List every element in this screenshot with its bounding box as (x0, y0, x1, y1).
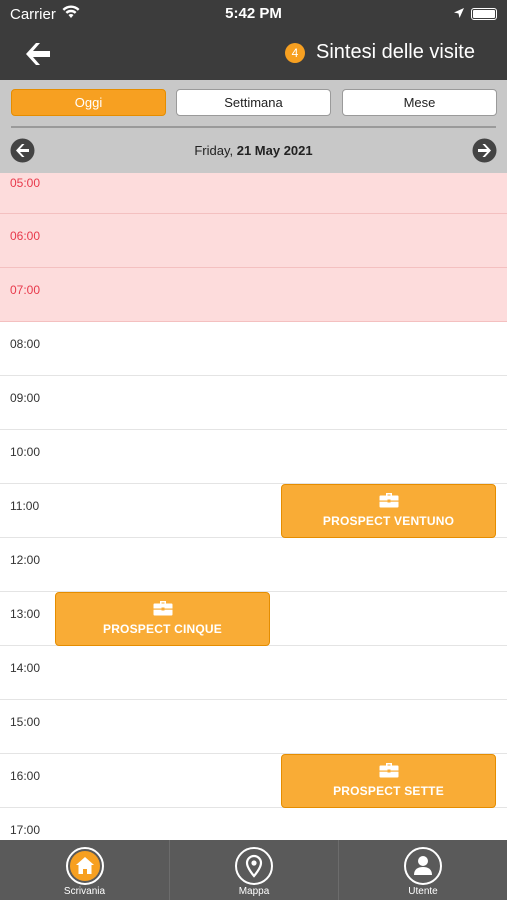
hour-row[interactable]: 08:00 (0, 322, 507, 376)
home-icon (65, 847, 104, 885)
tab-oggi[interactable]: Oggi (11, 89, 166, 116)
hour-label: 13:00 (10, 607, 41, 621)
hour-label: 08:00 (10, 337, 41, 351)
tab-settimana[interactable]: Settimana (176, 89, 331, 116)
briefcase-icon (379, 762, 399, 778)
tab-label: Mappa (238, 886, 270, 897)
page-title: Sintesi delle visite (316, 41, 475, 63)
current-date-value: 21 May 2021 (236, 143, 313, 158)
hour-label: 10:00 (10, 445, 41, 459)
divider (11, 126, 496, 128)
event-block[interactable]: PROSPECT VENTUNO (281, 484, 496, 538)
event-label: PROSPECT VENTUNO (322, 514, 455, 528)
hour-label: 07:00 (10, 283, 41, 297)
briefcase-icon (153, 600, 173, 616)
tab-mese[interactable]: Mese (342, 89, 497, 116)
user-icon (404, 847, 442, 885)
hour-row[interactable]: 14:00 (0, 646, 507, 700)
event-block[interactable]: PROSPECT SETTE (281, 754, 496, 808)
hour-row[interactable]: 12:00 (0, 538, 507, 592)
hour-row[interactable]: 09:00 (0, 376, 507, 430)
hour-label: 14:00 (10, 661, 41, 675)
battery-icon (471, 8, 497, 20)
hour-label: 15:00 (10, 715, 41, 729)
tab-mappa[interactable]: Mappa (169, 840, 338, 900)
current-date: Friday, 21 May 2021 (0, 143, 507, 158)
briefcase-icon (379, 492, 399, 508)
tab-scrivania[interactable]: Scrivania (0, 840, 169, 900)
hour-label: 11:00 (10, 499, 40, 513)
hour-label: 17:00 (10, 823, 41, 837)
hour-row[interactable]: 10:00 (0, 430, 507, 484)
current-weekday: Friday, (194, 143, 234, 158)
status-bar: Carrier 5:42 PM (0, 0, 507, 28)
tab-label: Utente (408, 886, 438, 897)
hour-label: 06:00 (10, 229, 41, 243)
hour-row[interactable]: 05:00 (0, 173, 507, 214)
location-arrow-icon (453, 6, 465, 23)
event-label: PROSPECT SETTE (333, 784, 444, 798)
hour-label: 05:00 (10, 176, 41, 190)
hour-label: 16:00 (10, 769, 41, 783)
tab-label: Scrivania (63, 886, 106, 897)
back-arrow-icon[interactable] (22, 38, 54, 70)
event-block[interactable]: PROSPECT CINQUE (55, 592, 270, 646)
tab-bar: Scrivania Mappa Utente (0, 840, 507, 900)
nav-bar: 4 Sintesi delle visite (0, 28, 507, 80)
hour-row[interactable]: 06:00 (0, 214, 507, 268)
hour-label: 09:00 (10, 391, 41, 405)
event-label: PROSPECT CINQUE (102, 622, 222, 636)
date-header: Friday, 21 May 2021 (0, 130, 507, 173)
hour-row[interactable]: 17:00 (0, 808, 507, 840)
status-time: 5:42 PM (225, 5, 282, 22)
tab-utente[interactable]: Utente (338, 840, 507, 900)
day-calendar[interactable]: 05:00 06:00 07:00 08:00 09:00 10:00 11:00 12:00… (0, 173, 507, 840)
map-pin-icon (235, 847, 273, 885)
hour-row[interactable]: 15:00 (0, 700, 507, 754)
next-day-icon[interactable] (472, 138, 497, 163)
view-mode-selector: Oggi Settimana Mese (0, 80, 507, 130)
hour-label: 12:00 (10, 553, 41, 567)
hour-row[interactable]: 07:00 (0, 268, 507, 322)
visit-count-badge: 4 (285, 43, 305, 63)
